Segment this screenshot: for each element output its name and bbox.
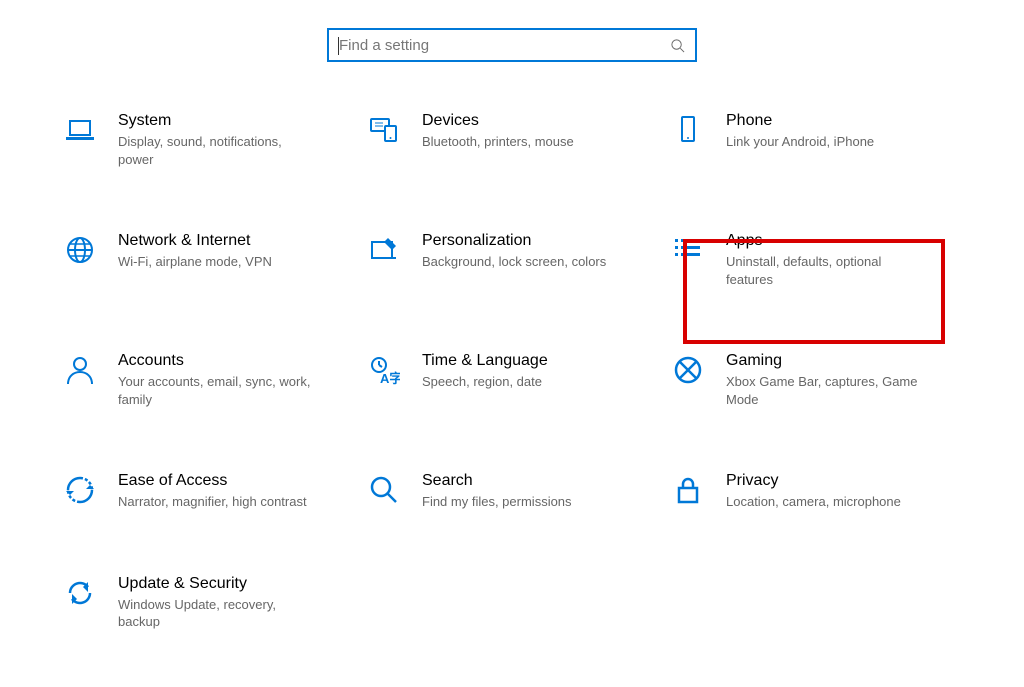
search-box[interactable] xyxy=(327,28,697,62)
tile-desc: Speech, region, date xyxy=(422,373,622,391)
devices-icon xyxy=(368,114,400,146)
settings-grid: System Display, sound, notifications, po… xyxy=(0,112,1024,631)
tile-title: Gaming xyxy=(726,352,966,370)
tile-update-security[interactable]: Update & Security Windows Update, recove… xyxy=(58,575,358,631)
tile-title: Privacy xyxy=(726,472,966,490)
tile-title: Phone xyxy=(726,112,966,130)
tile-phone[interactable]: Phone Link your Android, iPhone xyxy=(666,112,966,168)
tile-desc: Wi-Fi, airplane mode, VPN xyxy=(118,253,318,271)
tile-title: Search xyxy=(422,472,662,490)
laptop-icon xyxy=(64,114,96,146)
lock-icon xyxy=(672,474,704,506)
tile-desc: Link your Android, iPhone xyxy=(726,133,926,151)
tile-gaming[interactable]: Gaming Xbox Game Bar, captures, Game Mod… xyxy=(666,352,966,408)
tile-desc: Location, camera, microphone xyxy=(726,493,926,511)
tile-search[interactable]: Search Find my files, permissions xyxy=(362,472,662,511)
tile-desc: Uninstall, defaults, optional features xyxy=(726,253,926,288)
personalization-icon xyxy=(368,234,400,266)
tile-desc: Bluetooth, printers, mouse xyxy=(422,133,622,151)
svg-text:A字: A字 xyxy=(380,371,400,386)
tile-title: Apps xyxy=(726,232,966,250)
tile-title: Personalization xyxy=(422,232,662,250)
tile-title: Update & Security xyxy=(118,575,358,593)
tile-title: Devices xyxy=(422,112,662,130)
tile-desc: Windows Update, recovery, backup xyxy=(118,596,318,631)
tile-ease-of-access[interactable]: Ease of Access Narrator, magnifier, high… xyxy=(58,472,358,511)
ease-of-access-icon xyxy=(64,474,96,506)
tile-privacy[interactable]: Privacy Location, camera, microphone xyxy=(666,472,966,511)
tile-system[interactable]: System Display, sound, notifications, po… xyxy=(58,112,358,168)
person-icon xyxy=(64,354,96,386)
tile-desc: Background, lock screen, colors xyxy=(422,253,622,271)
search-input[interactable] xyxy=(339,37,670,54)
tile-desc: Your accounts, email, sync, work, family xyxy=(118,373,318,408)
time-language-icon: A字 xyxy=(368,354,400,386)
globe-icon xyxy=(64,234,96,266)
tile-title: Ease of Access xyxy=(118,472,358,490)
tile-accounts[interactable]: Accounts Your accounts, email, sync, wor… xyxy=(58,352,358,408)
tile-time-language[interactable]: A字 Time & Language Speech, region, date xyxy=(362,352,662,408)
tile-apps[interactable]: Apps Uninstall, defaults, optional featu… xyxy=(666,232,966,288)
tile-personalization[interactable]: Personalization Background, lock screen,… xyxy=(362,232,662,288)
tile-network[interactable]: Network & Internet Wi-Fi, airplane mode,… xyxy=(58,232,358,288)
tile-desc: Display, sound, notifications, power xyxy=(118,133,318,168)
search-icon xyxy=(670,38,685,53)
text-cursor xyxy=(338,37,339,55)
tile-title: System xyxy=(118,112,358,130)
tile-desc: Xbox Game Bar, captures, Game Mode xyxy=(726,373,926,408)
tile-desc: Find my files, permissions xyxy=(422,493,622,511)
tile-desc: Narrator, magnifier, high contrast xyxy=(118,493,318,511)
xbox-icon xyxy=(672,354,704,386)
update-sync-icon xyxy=(64,577,96,609)
tile-devices[interactable]: Devices Bluetooth, printers, mouse xyxy=(362,112,662,168)
tile-title: Time & Language xyxy=(422,352,662,370)
tile-title: Accounts xyxy=(118,352,358,370)
phone-icon xyxy=(672,114,704,146)
magnifier-icon xyxy=(368,474,400,506)
tile-title: Network & Internet xyxy=(118,232,358,250)
apps-list-icon xyxy=(672,234,704,266)
